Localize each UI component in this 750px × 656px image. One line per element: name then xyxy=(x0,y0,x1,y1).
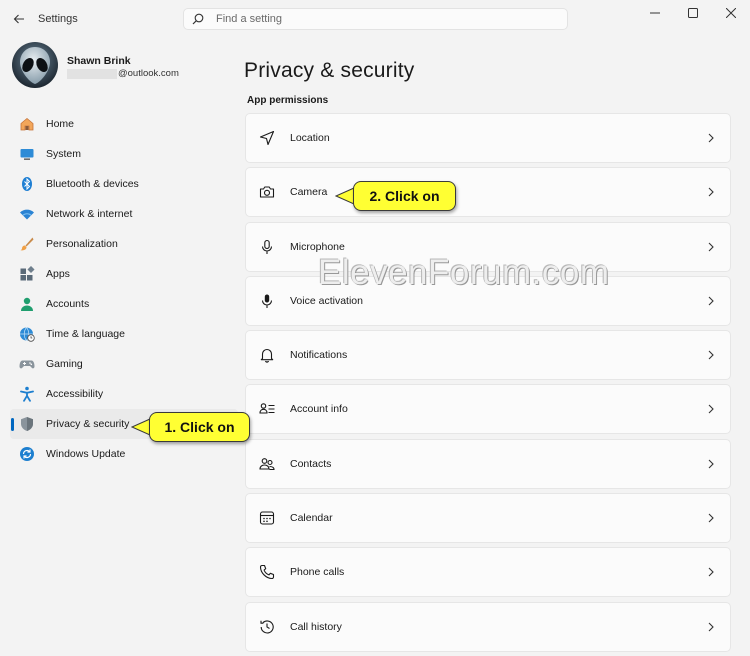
permission-row-contacts[interactable]: Contacts xyxy=(245,438,731,489)
calendar-icon xyxy=(258,509,276,527)
page-title: Privacy & security xyxy=(244,59,415,83)
update-icon xyxy=(18,445,36,463)
close-icon xyxy=(726,8,736,18)
minimize-icon xyxy=(650,12,660,14)
window-controls xyxy=(636,0,750,26)
chevron-right-icon xyxy=(706,512,716,524)
accounts-icon xyxy=(18,295,36,313)
sidebar-item-system[interactable]: System xyxy=(10,139,238,169)
shield-icon xyxy=(18,415,36,433)
gamepad-icon xyxy=(18,355,36,373)
maximize-button[interactable] xyxy=(674,0,712,26)
globe-clock-icon xyxy=(18,325,36,343)
alien-avatar-icon xyxy=(12,42,58,88)
wifi-icon xyxy=(18,205,36,223)
sidebar-item-personalization[interactable]: Personalization xyxy=(10,229,238,259)
user-email-suffix: @outlook.com xyxy=(118,68,179,79)
callout-2-pointer xyxy=(335,187,355,205)
chevron-right-icon xyxy=(706,621,716,633)
search-icon xyxy=(192,12,206,26)
callout-step-1: 1. Click on xyxy=(149,412,250,442)
section-title: App permissions xyxy=(247,95,329,106)
search-input[interactable] xyxy=(214,12,548,26)
sidebar-item-network[interactable]: Network & internet xyxy=(10,199,238,229)
chevron-right-icon xyxy=(706,458,716,470)
permission-row-call-history[interactable]: Call history xyxy=(245,601,731,652)
chevron-right-icon xyxy=(706,186,716,198)
chevron-right-icon xyxy=(706,241,716,253)
chevron-right-icon xyxy=(706,566,716,578)
location-icon xyxy=(258,129,276,147)
accessibility-icon xyxy=(18,385,36,403)
sidebar-item-apps[interactable]: Apps xyxy=(10,259,238,289)
permission-row-account-info[interactable]: Account info xyxy=(245,384,731,435)
account-info-icon xyxy=(258,400,276,418)
watermark: ElevenForum.com xyxy=(318,253,610,292)
callout-step-2: 2. Click on xyxy=(353,181,456,211)
camera-icon xyxy=(258,183,276,201)
permission-row-phone-calls[interactable]: Phone calls xyxy=(245,547,731,598)
sidebar-item-time-language[interactable]: Time & language xyxy=(10,319,238,349)
sidebar-item-accessibility[interactable]: Accessibility xyxy=(10,379,238,409)
sidebar-item-accounts[interactable]: Accounts xyxy=(10,289,238,319)
sidebar-item-home[interactable]: Home xyxy=(10,109,238,139)
back-button[interactable] xyxy=(8,8,30,30)
maximize-icon xyxy=(688,8,698,18)
user-name: Shawn Brink xyxy=(67,55,131,67)
app-title: Settings xyxy=(38,13,78,25)
callout-1-pointer xyxy=(131,418,151,436)
bell-icon xyxy=(258,346,276,364)
email-redaction xyxy=(67,68,117,79)
search-box[interactable] xyxy=(183,8,568,30)
voice-activation-icon xyxy=(258,292,276,310)
permission-row-camera[interactable]: Camera xyxy=(245,167,731,218)
permission-row-notifications[interactable]: Notifications xyxy=(245,330,731,381)
system-icon xyxy=(18,145,36,163)
chevron-right-icon xyxy=(706,132,716,144)
phone-icon xyxy=(258,563,276,581)
settings-window: Settings Find a setting Shawn Brink @out… xyxy=(0,0,750,652)
permission-row-calendar[interactable]: Calendar xyxy=(245,493,731,544)
minimize-button[interactable] xyxy=(636,0,674,26)
history-icon xyxy=(258,618,276,636)
sidebar-item-windows-update[interactable]: Windows Update xyxy=(10,439,238,469)
contacts-icon xyxy=(258,455,276,473)
permission-row-location[interactable]: Location xyxy=(245,113,731,163)
bluetooth-icon xyxy=(18,175,36,193)
close-button[interactable] xyxy=(712,0,750,26)
chevron-right-icon xyxy=(706,349,716,361)
home-icon xyxy=(18,115,36,133)
back-arrow-icon xyxy=(13,14,24,24)
user-profile[interactable]: Shawn Brink @outlook.com xyxy=(12,42,232,90)
apps-icon xyxy=(18,265,36,283)
title-bar: Settings xyxy=(0,0,750,38)
user-email: @outlook.com xyxy=(67,68,179,79)
avatar[interactable] xyxy=(12,42,58,88)
sidebar-item-gaming[interactable]: Gaming xyxy=(10,349,238,379)
chevron-right-icon xyxy=(706,403,716,415)
sidebar-item-bluetooth[interactable]: Bluetooth & devices xyxy=(10,169,238,199)
microphone-icon xyxy=(258,238,276,256)
app-permissions-list: Location Camera Microphone Voice activat… xyxy=(245,113,731,656)
chevron-right-icon xyxy=(706,295,716,307)
brush-icon xyxy=(18,235,36,253)
